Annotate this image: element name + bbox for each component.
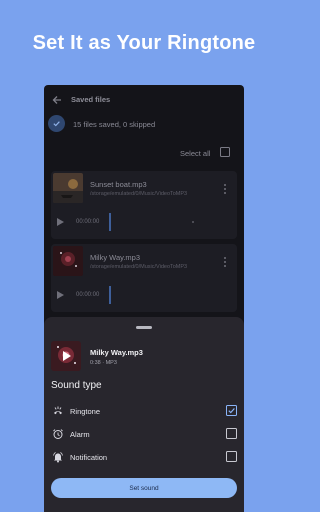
alarm-clock-icon	[53, 429, 63, 439]
file-card[interactable]: Milky Way.mp3 /storage/emulated/0/Music/…	[51, 244, 237, 312]
play-icon[interactable]	[57, 218, 64, 226]
sunset-boat-thumbnail	[53, 173, 83, 203]
sound-type-heading: Sound type	[51, 380, 102, 391]
option-ringtone[interactable]: Ringtone	[44, 402, 244, 422]
milky-way-thumbnail	[53, 246, 83, 276]
seek-end-marker	[192, 221, 194, 223]
option-label: Ringtone	[70, 407, 101, 416]
alarm-checkbox[interactable]	[226, 428, 237, 439]
playback-time: 00:00:00	[76, 219, 100, 225]
save-summary: 15 files saved, 0 skipped	[73, 120, 156, 129]
more-vertical-icon[interactable]	[223, 183, 227, 195]
option-label: Alarm	[70, 430, 90, 439]
back-arrow-icon[interactable]	[52, 95, 62, 105]
notification-checkbox[interactable]	[226, 451, 237, 462]
check-circle-icon	[48, 115, 65, 132]
option-alarm[interactable]: Alarm	[44, 425, 244, 445]
file-path: /storage/emulated/0/Music/VideoToMP3	[90, 264, 188, 270]
option-notification[interactable]: Notification	[44, 448, 244, 468]
selected-track-title: Milky Way.mp3	[90, 348, 143, 357]
sound-type-bottom-sheet: Milky Way.mp3 0:38 · MP3 Sound type Ring…	[44, 317, 244, 512]
seek-position[interactable]	[109, 213, 111, 231]
more-vertical-icon[interactable]	[223, 256, 227, 268]
play-icon[interactable]	[57, 291, 64, 299]
select-all-label[interactable]: Select all	[180, 149, 210, 158]
selected-track-thumbnail	[51, 341, 81, 371]
screen-title: Saved files	[71, 95, 111, 104]
file-path: /storage/emulated/0/Music/VideoToMP3	[90, 191, 188, 197]
selected-track-meta: 0:38 · MP3	[90, 360, 117, 366]
ringtone-checkbox[interactable]	[226, 405, 237, 416]
select-all-checkbox[interactable]	[220, 147, 230, 157]
file-name: Milky Way.mp3	[90, 253, 141, 262]
app-bar: Saved files	[44, 85, 244, 113]
playback-time: 00:00:00	[76, 292, 100, 298]
seek-position[interactable]	[109, 286, 111, 304]
option-label: Notification	[70, 453, 108, 462]
promo-headline: Set It as Your Ringtone	[32, 32, 256, 54]
notification-bell-icon	[53, 451, 63, 463]
file-card[interactable]: Sunset boat.mp3 /storage/emulated/0/Musi…	[51, 171, 237, 239]
drag-handle[interactable]	[136, 326, 152, 329]
set-sound-button[interactable]: Set sound	[51, 478, 237, 498]
ringtone-icon	[54, 406, 62, 415]
file-name: Sunset boat.mp3	[90, 180, 147, 189]
